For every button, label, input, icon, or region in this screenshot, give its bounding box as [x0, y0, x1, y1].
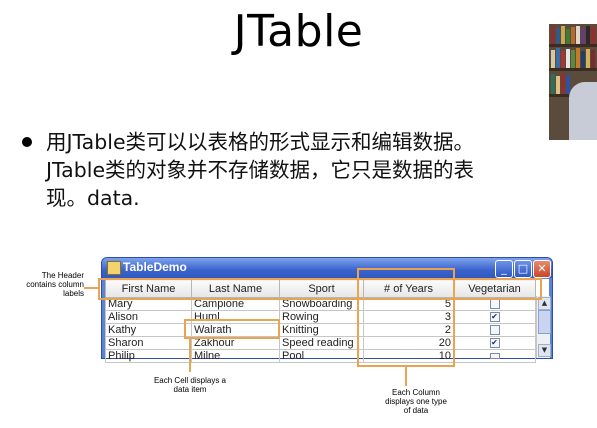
column-highlight	[357, 268, 455, 367]
header-leader-line	[84, 287, 99, 289]
window-titlebar[interactable]: TableDemo _ □ ✕	[102, 258, 552, 278]
cell-leader-line	[189, 338, 191, 372]
cell-first-name[interactable]: Alison	[105, 310, 192, 324]
tabledemo-window: TableDemo _ □ ✕ First Name Last Name Spo…	[102, 258, 552, 363]
bullet-paragraph: 用JTable类可以以表格的形式显示和编辑数据。 JTable类的对象并不存储数…	[22, 128, 582, 212]
bullet-line-2: JTable类的对象并不存储数据，它只是数据的表	[46, 158, 475, 182]
bookshelf-photo	[549, 24, 597, 140]
checkbox[interactable]: ✔	[489, 338, 500, 349]
checkbox[interactable]	[489, 353, 500, 360]
table-row[interactable]: Philip Milne Pool 10	[105, 349, 536, 363]
bullet-line-3: 现。data.	[46, 186, 140, 210]
cell-first-name[interactable]: Sharon	[105, 336, 192, 350]
checkbox[interactable]	[489, 299, 500, 310]
window-title: TableDemo	[123, 260, 187, 274]
bullet-line-1: 用JTable类可以以表格的形式显示和编辑数据。	[46, 130, 475, 154]
cell-first-name[interactable]: Kathy	[105, 323, 192, 337]
cell-last-name[interactable]: Milne	[191, 349, 280, 363]
table-row[interactable]: Sharon Zakhour Speed reading 20 ✔	[105, 336, 536, 350]
cell-sport[interactable]: Knitting	[279, 323, 364, 337]
cell-note: Each Cell displays a data item	[153, 376, 227, 394]
table-row[interactable]: Kathy Walrath Knitting 2	[105, 323, 536, 337]
minimize-button[interactable]: _	[495, 260, 513, 278]
column-note: Each Column displays one type of data	[385, 388, 447, 415]
bullet-dot	[22, 137, 32, 147]
maximize-button[interactable]: □	[514, 260, 532, 278]
scroll-down-arrow-icon[interactable]: ▼	[538, 344, 551, 357]
column-leader-line	[405, 366, 407, 386]
cell-sport[interactable]: Rowing	[279, 310, 364, 324]
cell-vegetarian[interactable]: ✔	[453, 336, 536, 350]
header-highlight	[98, 278, 542, 300]
vertical-scrollbar[interactable]: ▲ ▼	[536, 296, 551, 358]
cell-highlight	[184, 319, 280, 339]
checkbox[interactable]	[489, 325, 500, 336]
checkbox[interactable]: ✔	[489, 312, 500, 323]
scroll-thumb[interactable]	[538, 310, 551, 334]
java-cup-icon	[107, 261, 121, 275]
close-button[interactable]: ✕	[533, 260, 551, 278]
cell-vegetarian[interactable]: ✔	[453, 310, 536, 324]
header-note: The Header contains column labels	[26, 271, 84, 298]
table-row[interactable]: Alison Huml Rowing 3 ✔	[105, 310, 536, 324]
cell-sport[interactable]: Pool	[279, 349, 364, 363]
cell-first-name[interactable]: Philip	[105, 349, 192, 363]
cell-sport[interactable]: Speed reading	[279, 336, 364, 350]
slide-title: JTable	[233, 6, 364, 57]
cell-vegetarian[interactable]	[453, 349, 536, 363]
cell-vegetarian[interactable]	[453, 323, 536, 337]
